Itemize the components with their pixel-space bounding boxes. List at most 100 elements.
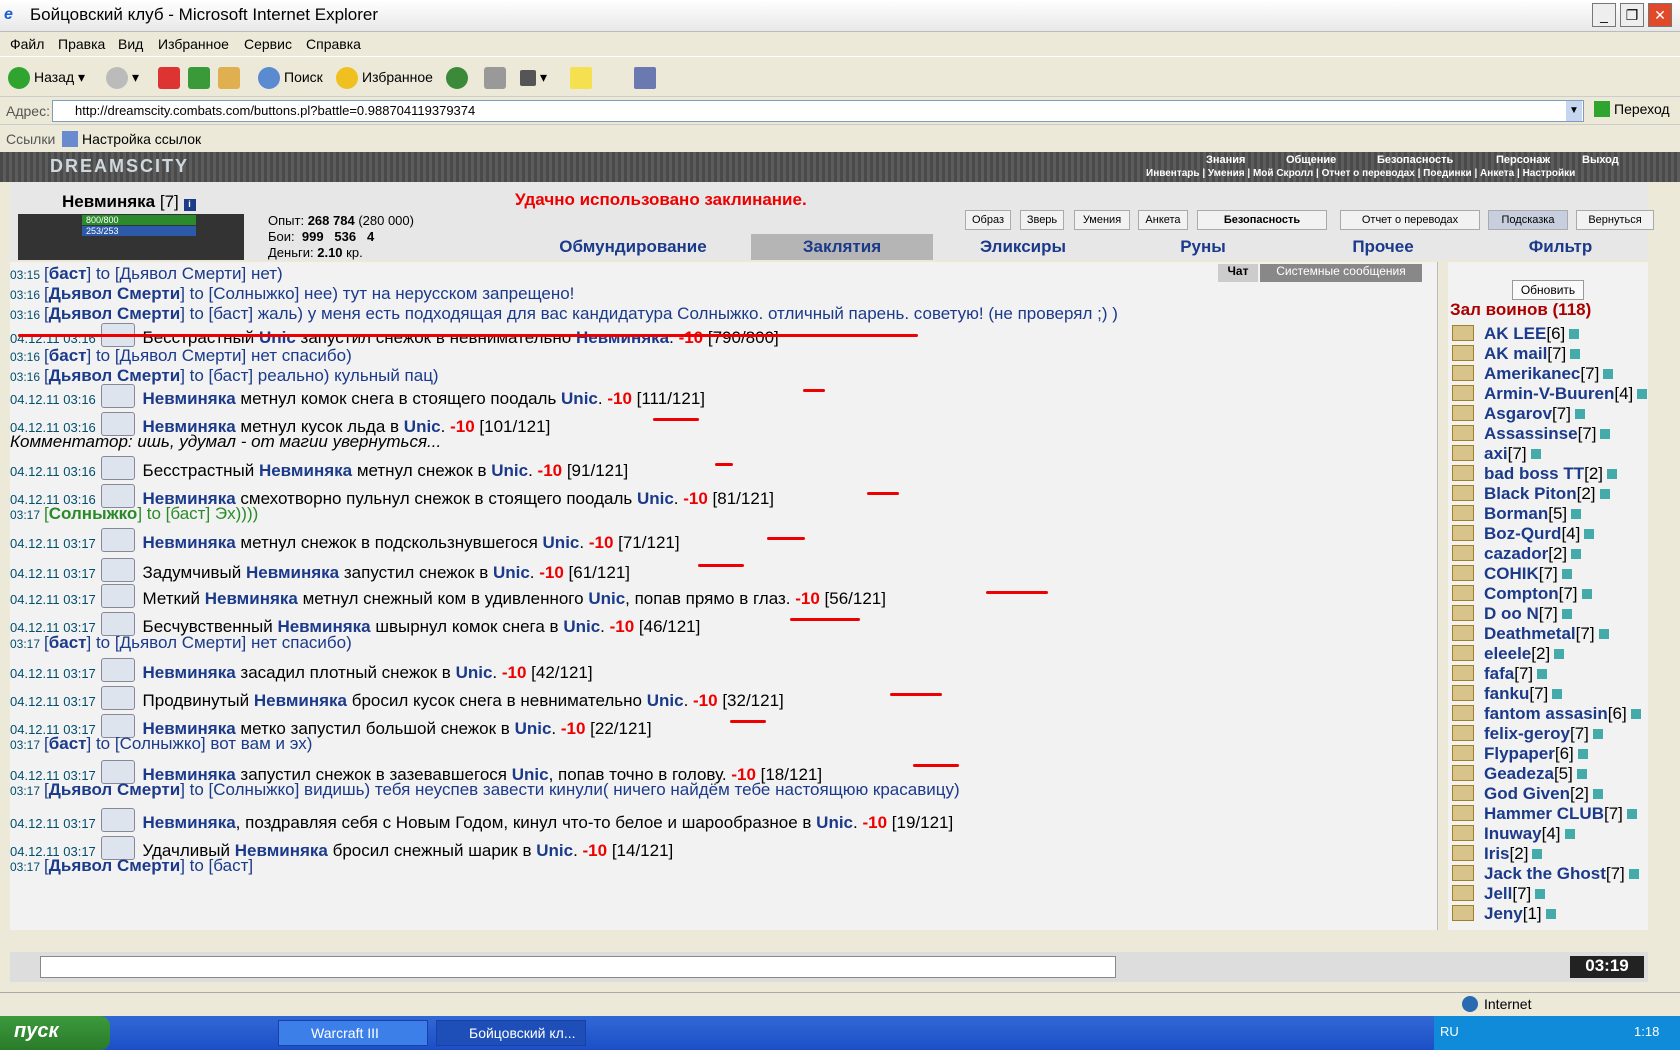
research-button[interactable]: [634, 65, 660, 90]
info-icon[interactable]: [1554, 649, 1565, 659]
address-dropdown-button[interactable]: ▼: [1566, 101, 1582, 121]
player-item[interactable]: Black Piton[2]: [1452, 484, 1610, 504]
skills-button[interactable]: Умения: [1074, 210, 1130, 230]
actor-name[interactable]: Невминяка: [259, 461, 352, 480]
player-action-icon[interactable]: [1452, 685, 1474, 701]
tab-equipment[interactable]: Обмундирование: [515, 234, 751, 260]
player-item[interactable]: Inuway[4]: [1452, 824, 1575, 844]
sender-name[interactable]: Дьявол Смерти: [49, 366, 180, 385]
info-icon[interactable]: [1574, 409, 1585, 419]
address-input[interactable]: http://dreamscity.combats.com/buttons.pl…: [52, 100, 1584, 122]
task-combats[interactable]: Бойцовский кл...: [436, 1020, 586, 1046]
player-action-icon[interactable]: [1452, 885, 1474, 901]
player-item[interactable]: God Given[2]: [1452, 784, 1603, 804]
player-action-icon[interactable]: [1452, 645, 1474, 661]
player-name[interactable]: AK LEE: [1484, 324, 1546, 343]
player-action-icon[interactable]: [1452, 325, 1474, 341]
tab-chat[interactable]: Чат: [1218, 264, 1258, 282]
close-button[interactable]: ✕: [1648, 3, 1672, 27]
tab-filter[interactable]: Фильтр: [1473, 234, 1648, 260]
player-name[interactable]: fanku: [1484, 684, 1529, 703]
menu-view[interactable]: Вид: [118, 36, 143, 52]
player-action-icon[interactable]: [1452, 425, 1474, 441]
player-action-icon[interactable]: [1452, 845, 1474, 861]
favorites-button[interactable]: Избранное: [336, 65, 433, 90]
links-item[interactable]: Настройка ссылок: [62, 131, 201, 147]
info-icon[interactable]: [1530, 449, 1541, 459]
info-icon[interactable]: [1592, 789, 1603, 799]
nav-security[interactable]: Безопасность: [1377, 154, 1453, 166]
player-name[interactable]: D oo N: [1484, 604, 1539, 623]
info-icon[interactable]: [1564, 829, 1575, 839]
player-item[interactable]: Armin-V-Buuren[4]: [1452, 384, 1648, 404]
menu-file[interactable]: Файл: [10, 36, 44, 52]
player-action-icon[interactable]: [1452, 805, 1474, 821]
history-button[interactable]: [446, 65, 472, 90]
sender-name[interactable]: Дьявол Смерти: [49, 856, 180, 875]
player-name[interactable]: God Given: [1484, 784, 1570, 803]
go-button[interactable]: Переход: [1594, 101, 1670, 117]
player-name[interactable]: cazador: [1484, 544, 1548, 563]
edit-button[interactable]: ▾: [520, 65, 547, 89]
info-icon[interactable]: [1581, 589, 1592, 599]
player-name[interactable]: Deathmetal: [1484, 624, 1576, 643]
player-name[interactable]: Flypaper: [1484, 744, 1555, 763]
info-icon[interactable]: [1607, 469, 1618, 479]
sender-name[interactable]: баст: [49, 346, 87, 365]
info-icon[interactable]: [1628, 869, 1639, 879]
tab-system-messages[interactable]: Системные сообщения: [1260, 264, 1422, 282]
player-name[interactable]: fantom assasin: [1484, 704, 1608, 723]
player-action-icon[interactable]: [1452, 565, 1474, 581]
info-icon[interactable]: [1592, 729, 1603, 739]
info-icon[interactable]: [1561, 569, 1572, 579]
sender-name[interactable]: баст: [49, 734, 87, 753]
actor-name[interactable]: Невминяка: [205, 589, 298, 608]
nav-secondary[interactable]: Инвентарь | Умения | Мой Скролл | Отчет …: [1146, 168, 1575, 179]
player-action-icon[interactable]: [1452, 665, 1474, 681]
nav-knowledge[interactable]: Знания: [1206, 154, 1245, 166]
info-icon[interactable]: [1570, 349, 1581, 359]
player-name[interactable]: AK mail: [1484, 344, 1547, 363]
info-icon[interactable]: [1571, 549, 1582, 559]
player-action-icon[interactable]: [1452, 345, 1474, 361]
maximize-button[interactable]: ❐: [1620, 3, 1644, 27]
info-icon[interactable]: [1577, 749, 1588, 759]
info-icon[interactable]: [1537, 669, 1548, 679]
player-name[interactable]: Black Piton: [1484, 484, 1577, 503]
player-item[interactable]: Jack the Ghost[7]: [1452, 864, 1639, 884]
player-item[interactable]: Hammer CLUB[7]: [1452, 804, 1637, 824]
player-item[interactable]: COHIK[7]: [1452, 564, 1572, 584]
actor-name[interactable]: Невминяка: [254, 691, 347, 710]
notes-button[interactable]: [570, 65, 596, 90]
menu-edit[interactable]: Правка: [58, 36, 105, 52]
info-icon[interactable]: [1561, 609, 1572, 619]
player-item[interactable]: Amerikanec[7]: [1452, 364, 1614, 384]
player-name[interactable]: axi: [1484, 444, 1508, 463]
player-item[interactable]: AK LEE[6]: [1452, 324, 1580, 344]
image-button[interactable]: Образ: [965, 210, 1011, 230]
menu-help[interactable]: Справка: [306, 36, 361, 52]
language-indicator[interactable]: RU: [1440, 1024, 1459, 1039]
actor-name[interactable]: Невминяка: [143, 813, 236, 832]
target-name[interactable]: Unic: [515, 719, 552, 738]
info-icon[interactable]: [1532, 849, 1543, 859]
player-name[interactable]: eleele: [1484, 644, 1531, 663]
player-name[interactable]: fafa: [1484, 664, 1514, 683]
info-icon[interactable]: [1545, 909, 1556, 919]
target-name[interactable]: Unic: [563, 617, 600, 636]
info-icon[interactable]: [1599, 489, 1610, 499]
player-name[interactable]: Assassinse: [1484, 424, 1578, 443]
player-name[interactable]: Iris: [1484, 844, 1510, 863]
player-item[interactable]: Jeny[1]: [1452, 904, 1556, 924]
player-action-icon[interactable]: [1452, 385, 1474, 401]
search-button[interactable]: Поиск: [258, 65, 323, 90]
player-item[interactable]: axi[7]: [1452, 444, 1541, 464]
player-name[interactable]: Compton: [1484, 584, 1559, 603]
sender-name[interactable]: Солныжко: [49, 504, 138, 523]
target-name[interactable]: Unic: [588, 589, 625, 608]
menu-favorites[interactable]: Избранное: [158, 36, 229, 52]
player-action-icon[interactable]: [1452, 545, 1474, 561]
sender-name[interactable]: Дьявол Смерти: [49, 284, 180, 303]
nav-exit[interactable]: Выход: [1582, 154, 1619, 166]
target-name[interactable]: Unic: [536, 841, 573, 860]
